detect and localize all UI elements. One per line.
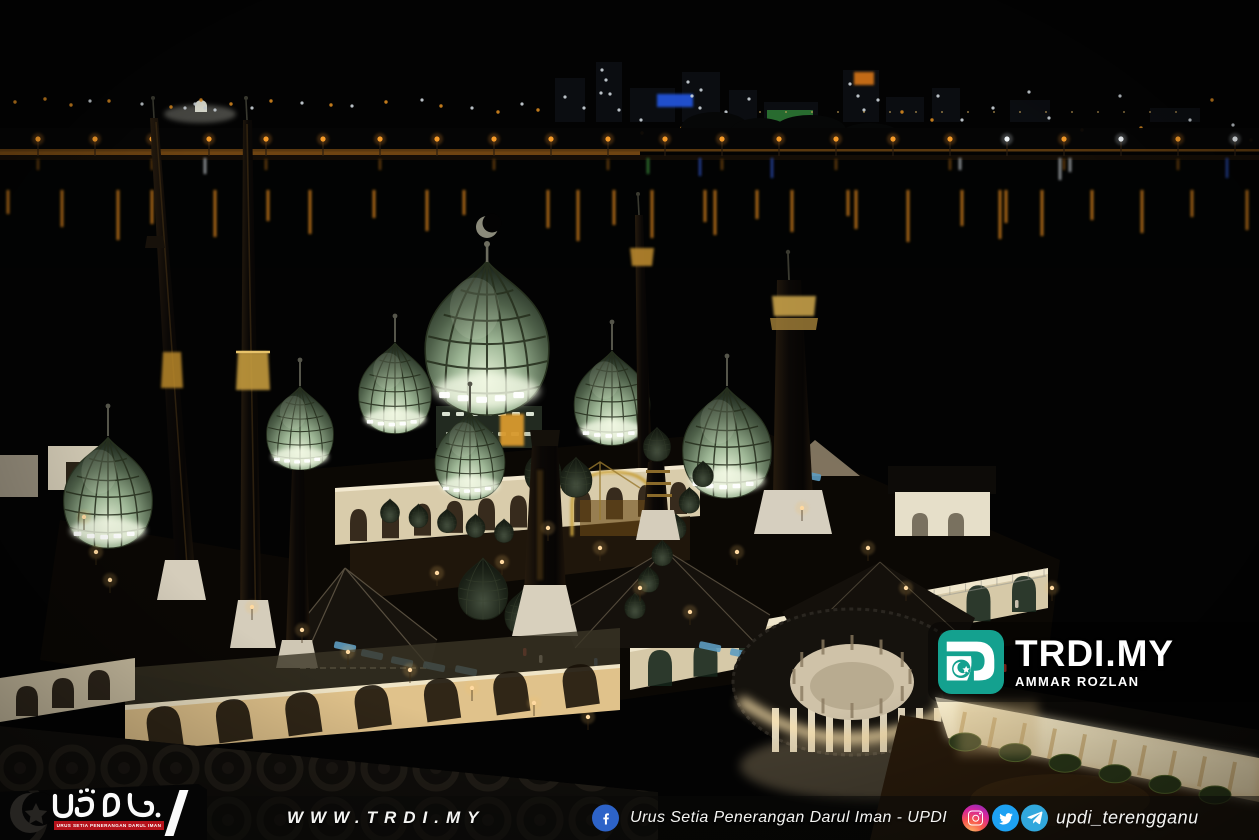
night-mosque-photo [0, 0, 1259, 840]
twitter-icon [992, 805, 1019, 832]
vignette [0, 0, 1259, 840]
telegram-icon [1021, 805, 1048, 832]
updi-subtext: URUS SETIA PENERANGAN DARUL IMAN [54, 821, 164, 830]
brand-title: TRDI.MY [1015, 636, 1174, 672]
facebook-page-name: Urus Setia Penerangan Darul Iman - UPDI [630, 809, 947, 827]
instagram-icon [962, 805, 989, 832]
photographer-credit: AMMAR ROZLAN [1015, 674, 1174, 689]
slash-divider [165, 790, 189, 836]
social-handle: updi_terengganu [1056, 808, 1199, 829]
updi-logo: URUS SETIA PENERANGAN DARUL IMAN [0, 784, 207, 840]
trdi-logo-icon [937, 629, 1005, 695]
updi-calligraphy [50, 788, 164, 822]
website-url: WWW.TRDI.MY [287, 808, 485, 828]
photo-stage: TRDI.MY AMMAR ROZLAN WWW.TRDI.MY Urus Se… [0, 0, 1259, 840]
facebook-icon [592, 805, 619, 832]
trdi-watermark: TRDI.MY AMMAR ROZLAN [928, 622, 1259, 702]
